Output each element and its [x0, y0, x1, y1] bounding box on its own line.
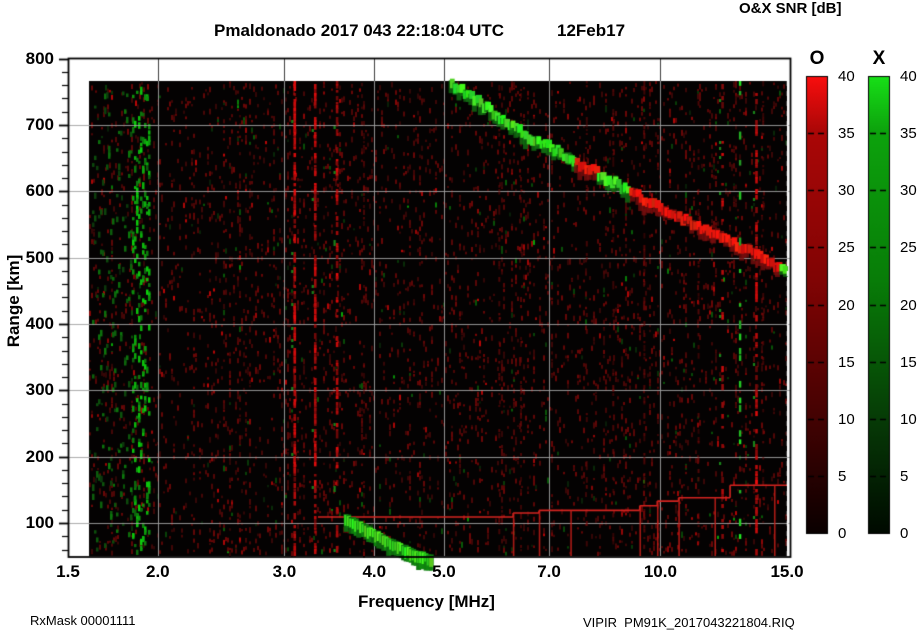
colorbar-x-tick-label: 40: [900, 68, 922, 85]
colorbar-o-tick-label: 5: [838, 468, 868, 485]
colorbar-o-tick-label: 10: [838, 411, 868, 428]
colorbar-x-tick-label: 0: [900, 525, 922, 542]
colorbar-x-tick-label: 10: [900, 411, 922, 428]
x-tick-label: 2.0: [136, 562, 180, 582]
x-tick-label: 5.0: [422, 562, 466, 582]
x-tick-label: 1.5: [46, 562, 90, 582]
colorbar-x-tick-label: 20: [900, 297, 922, 314]
x-tick-label: 15.0: [765, 562, 809, 582]
colorbar-o-tick-label: 40: [838, 68, 868, 85]
y-tick-label: 100: [8, 513, 54, 533]
colorbar-x-tick-label: 5: [900, 468, 922, 485]
colorbar-o-tick-label: 0: [838, 525, 868, 542]
x-tick-label: 3.0: [262, 562, 306, 582]
rxmask-text: RxMask 00001111: [30, 613, 136, 628]
y-tick-label: 800: [8, 49, 54, 69]
x-axis-label: Frequency [MHz]: [358, 592, 495, 612]
colorbar-x-tick-label: 15: [900, 354, 922, 371]
filename-text: VIPIR PM91K_2017043221804.RIQ: [583, 615, 795, 630]
colorbar-o-tick-label: 35: [838, 125, 868, 142]
colorbar-title: O&X SNR [dB]: [739, 0, 842, 17]
plot-date: 12Feb17: [557, 21, 625, 41]
y-tick-label: 500: [8, 248, 54, 268]
colorbar-o-tick-label: 15: [838, 354, 868, 371]
ionogram-page: { "header": { "title": "Pmaldonado 2017 …: [0, 0, 922, 636]
x-tick-label: 7.0: [527, 562, 571, 582]
colorbar-o-tick-label: 30: [838, 182, 868, 199]
colorbar-x-tick-label: 35: [900, 125, 922, 142]
y-tick-label: 300: [8, 380, 54, 400]
colorbar-o-tick-label: 20: [838, 297, 868, 314]
x-tick-label: 10.0: [638, 562, 682, 582]
y-tick-label: 700: [8, 115, 54, 135]
colorbar-o-tick-label: 25: [838, 239, 868, 256]
colorbar-x-header: X: [868, 48, 890, 70]
plot-title: Pmaldonado 2017 043 22:18:04 UTC: [214, 21, 504, 41]
y-tick-label: 600: [8, 181, 54, 201]
y-tick-label: 400: [8, 314, 54, 334]
x-tick-label: 4.0: [352, 562, 396, 582]
colorbar-o-header: O: [806, 48, 828, 70]
ionogram-canvas: [0, 0, 922, 636]
colorbar-x-tick-label: 30: [900, 182, 922, 199]
y-tick-label: 200: [8, 447, 54, 467]
colorbar-x-tick-label: 25: [900, 239, 922, 256]
